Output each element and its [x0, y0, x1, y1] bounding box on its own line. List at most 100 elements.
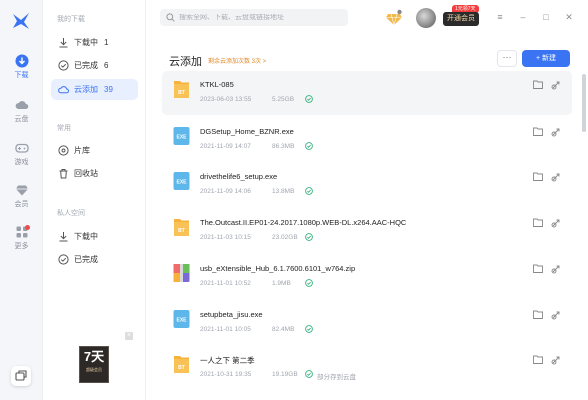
rail-label: 下载	[14, 72, 29, 79]
vip-gem-icon[interactable]	[385, 9, 403, 27]
close-icon[interactable]: ✕	[564, 12, 574, 22]
open-folder-icon[interactable]	[533, 310, 543, 319]
rail-item-more[interactable]: 更多	[0, 225, 43, 251]
file-date: 2021-11-03 10:15	[200, 234, 251, 241]
file-size: 13.8MB	[272, 188, 295, 195]
bt-file-icon: BT	[174, 356, 189, 373]
sidebar-item-private-completed[interactable]: 已完成	[51, 249, 138, 270]
file-row[interactable]: usb_eXtensible_Hub_6.1.7600.6101_w764.zi…	[162, 255, 572, 299]
search-input[interactable]	[179, 14, 339, 21]
download-arrow-icon	[59, 232, 68, 242]
cloud-link-icon[interactable]	[551, 80, 561, 90]
gamepad-icon	[14, 143, 29, 153]
rail-label: 更多	[14, 243, 29, 250]
sidebar-item-label: 已完成	[74, 61, 98, 70]
sidebar-item-label: 片库	[74, 146, 90, 155]
sidebar-item-downloading[interactable]: 下载中 1	[51, 32, 138, 53]
file-date: 2021-10-31 19:35	[200, 371, 252, 378]
file-size: 23.02GB	[272, 234, 298, 241]
app-logo-icon	[13, 13, 29, 29]
vip-promo-card[interactable]: 7天 超级会员	[79, 346, 109, 383]
file-row[interactable]: EXE DGSetup_Home_BZNR.exe 2021-11-09 14:07…	[162, 118, 572, 162]
file-name: drivethelife6_setup.exe	[200, 172, 278, 181]
check-circle-icon	[305, 95, 313, 103]
svg-text:EXE: EXE	[176, 135, 187, 141]
open-folder-icon[interactable]	[533, 355, 543, 364]
rail-label: 会员	[14, 201, 29, 208]
zip-archive-icon	[173, 264, 190, 282]
sidebar-item-trash[interactable]: 回收站	[51, 163, 138, 184]
rail-item-cloud[interactable]: 云盘	[0, 98, 43, 124]
open-folder-icon[interactable]	[533, 172, 543, 181]
sidebar-item-cloud-add[interactable]: 云添加 39	[51, 79, 138, 100]
rail-item-vip[interactable]: 会员	[0, 183, 43, 209]
search-box[interactable]	[160, 9, 348, 26]
sidebar-item-label: 云添加	[74, 85, 98, 94]
file-row[interactable]: EXE setupbeta_jisu.exe 2021-11-01 10:05 82.…	[162, 301, 572, 345]
trash-icon	[59, 169, 68, 179]
promo-close-button[interactable]: ×	[125, 332, 133, 340]
file-date: 2021-11-01 10:05	[200, 326, 251, 333]
page-title: 云添加	[169, 56, 202, 68]
user-avatar[interactable]	[416, 8, 436, 28]
svg-text:BT: BT	[178, 365, 185, 371]
sidebar-item-label: 下载中	[74, 232, 98, 241]
sidebar-item-library[interactable]: 片库	[51, 140, 138, 161]
remaining-quota-link[interactable]: 剩余云添加次数 3次 >	[208, 56, 266, 65]
new-task-button[interactable]: + 新建	[522, 50, 570, 67]
promo-caption: 超级会员	[86, 367, 102, 372]
open-folder-icon[interactable]	[533, 218, 543, 227]
search-icon	[166, 13, 175, 22]
file-date: 2021-11-09 14:06	[200, 188, 251, 195]
download-icon	[15, 54, 28, 68]
file-name: The.Outcast.II.EP01-24.2017.1080p.WEB-DL…	[200, 218, 407, 227]
open-vip-button[interactable]: 开通会员	[443, 12, 479, 26]
file-size: 5.25GB	[272, 96, 295, 103]
more-button[interactable]: ···	[497, 50, 517, 67]
sidebar-item-label: 回收站	[74, 169, 98, 178]
file-name: KTKL-085	[200, 80, 234, 89]
exe-file-icon: EXE	[173, 310, 190, 328]
cloud-link-icon[interactable]	[551, 310, 561, 320]
file-name: 一人之下 第二季	[200, 356, 255, 365]
rail-item-game[interactable]: 游戏	[0, 141, 43, 167]
exe-file-icon: EXE	[173, 127, 190, 145]
film-reel-icon	[58, 145, 69, 156]
menu-icon[interactable]: ≡	[495, 12, 505, 22]
file-size: 86.3MB	[272, 143, 295, 150]
sidebar-item-private-downloading[interactable]: 下载中	[51, 226, 138, 247]
open-folder-icon[interactable]	[533, 264, 543, 273]
maximize-icon[interactable]: □	[541, 12, 551, 22]
svg-text:BT: BT	[178, 228, 185, 234]
cloud-link-icon[interactable]	[551, 264, 561, 274]
mini-window-button[interactable]	[11, 366, 31, 386]
sidebar-item-count: 39	[104, 85, 113, 94]
file-row[interactable]: BT The.Outcast.II.EP01-24.2017.1080p.WEB-…	[162, 209, 572, 253]
scrollbar[interactable]	[582, 74, 586, 132]
open-folder-icon[interactable]	[533, 80, 543, 89]
download-arrow-icon	[59, 38, 68, 48]
window-switch-icon	[15, 370, 27, 381]
rail-label: 云盘	[14, 116, 29, 123]
file-date: 2023-06-03 13:55	[200, 96, 252, 103]
rail-item-download[interactable]: 下载	[0, 54, 43, 80]
sidebar-item-label: 下载中	[74, 38, 98, 47]
sidebar-item-completed[interactable]: 已完成 6	[51, 55, 138, 76]
svg-text:EXE: EXE	[176, 180, 187, 186]
cloud-link-icon[interactable]	[551, 127, 561, 137]
check-circle-icon	[58, 60, 69, 71]
file-row[interactable]: EXE drivethelife6_setup.exe 2021-11-09 14:…	[162, 163, 572, 207]
cloud-link-icon[interactable]	[551, 218, 561, 228]
file-row[interactable]: BT 一人之下 第二季 2021-10-31 19:35 19.19GB 部分存到云盘	[162, 346, 572, 390]
cloud-icon	[15, 101, 28, 109]
cloud-link-icon[interactable]	[551, 355, 561, 365]
file-name: setupbeta_jisu.exe	[200, 310, 263, 319]
file-size: 1.9MB	[272, 280, 291, 287]
minimize-icon[interactable]: –	[518, 12, 528, 22]
file-row[interactable]: BT KTKL-085 2023-06-03 13:55 5.25GB	[162, 71, 572, 115]
file-name: usb_eXtensible_Hub_6.1.7600.6101_w764.zi…	[200, 264, 356, 273]
vip-entry[interactable]: 1元领7天 开通会员	[443, 5, 479, 27]
open-folder-icon[interactable]	[533, 127, 543, 136]
file-size: 82.4MB	[272, 326, 295, 333]
cloud-link-icon[interactable]	[551, 172, 561, 182]
